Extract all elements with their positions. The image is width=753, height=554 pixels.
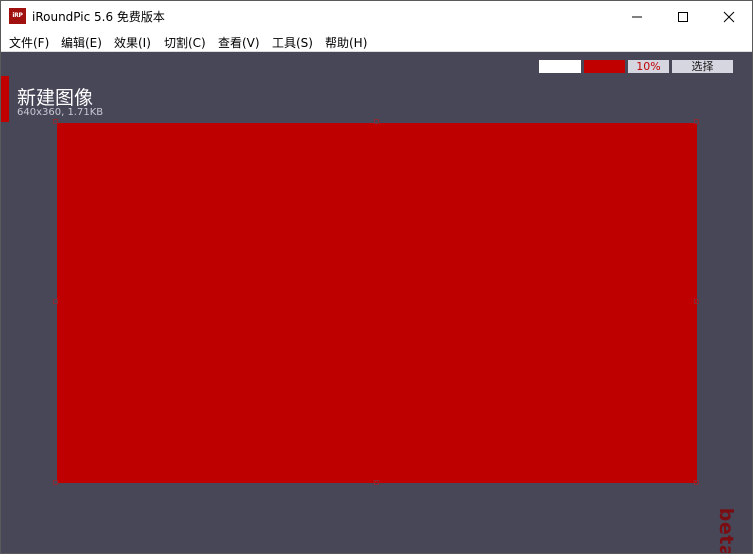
close-button[interactable] xyxy=(706,1,752,31)
resize-handle-left[interactable] xyxy=(53,299,58,304)
background-color-swatch[interactable] xyxy=(539,60,581,73)
canvas-image[interactable] xyxy=(57,123,697,483)
select-button[interactable]: 选择 xyxy=(672,60,733,73)
resize-handle-right[interactable] xyxy=(694,299,699,304)
menu-view[interactable]: 查看(V) xyxy=(218,34,260,51)
app-icon: iRP xyxy=(9,8,26,24)
resize-handle-top-left[interactable] xyxy=(53,119,58,124)
resize-handle-bottom[interactable] xyxy=(374,480,379,485)
resize-handle-top[interactable] xyxy=(374,119,379,124)
menu-help[interactable]: 帮助(H) xyxy=(325,34,367,51)
workspace: 10% 选择 新建图像 640x360, 1.71KB beta xyxy=(1,52,752,554)
resize-handle-bottom-right[interactable] xyxy=(694,480,699,485)
corner-radius-button[interactable]: 10% xyxy=(628,60,669,73)
menu-effects[interactable]: 效果(I) xyxy=(114,34,151,51)
beta-label: beta xyxy=(715,507,738,554)
window-title: iRoundPic 5.6 免费版本 xyxy=(32,10,165,24)
menu-edit[interactable]: 编辑(E) xyxy=(61,34,102,51)
menu-file[interactable]: 文件(F) xyxy=(9,34,49,51)
title-bar[interactable]: iRP iRoundPic 5.6 免费版本 xyxy=(1,1,752,31)
image-meta: 640x360, 1.71KB xyxy=(17,107,104,118)
menu-bar: 文件(F) 编辑(E) 效果(I) 切割(C) 查看(V) 工具(S) 帮助(H… xyxy=(1,31,752,52)
resize-handle-top-right[interactable] xyxy=(694,119,699,124)
minimize-icon xyxy=(632,16,642,18)
close-icon xyxy=(723,11,735,23)
beta-watermark: beta xyxy=(707,507,738,554)
menu-tools[interactable]: 工具(S) xyxy=(272,34,313,51)
image-title: 新建图像 xyxy=(17,87,94,109)
menu-cut[interactable]: 切割(C) xyxy=(164,34,206,51)
app-window: iRP iRoundPic 5.6 免费版本 文件(F) 编辑(E) 效果(I)… xyxy=(0,0,753,554)
foreground-color-swatch[interactable] xyxy=(584,60,625,73)
maximize-button[interactable] xyxy=(660,1,706,31)
resize-handle-bottom-left[interactable] xyxy=(53,480,58,485)
maximize-icon xyxy=(678,12,688,22)
minimize-button[interactable] xyxy=(614,1,660,31)
accent-bar xyxy=(1,76,9,122)
